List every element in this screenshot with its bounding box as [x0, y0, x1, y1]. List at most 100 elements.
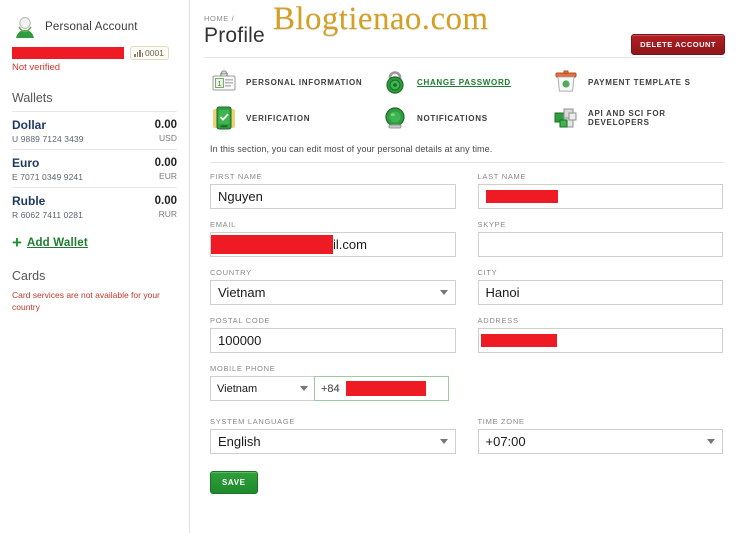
first-name-value: Nguyen: [218, 189, 263, 204]
system-language-select[interactable]: English: [210, 429, 456, 454]
wallet-name: Dollar: [12, 118, 47, 132]
svg-text:1: 1: [218, 81, 222, 88]
delete-account-button[interactable]: DELETE ACCOUNT: [631, 34, 725, 55]
user-avatar-icon: [12, 14, 38, 40]
wallet-currency: EUR: [159, 171, 177, 182]
field-last-name: LAST NAME: [477, 172, 723, 209]
menu-item-api-sci[interactable]: API AND SCI FOR DEVELOPERS: [552, 104, 723, 132]
field-label: EMAIL: [210, 220, 237, 229]
time-zone-select[interactable]: +07:00: [477, 429, 723, 454]
menu-item-personal-information[interactable]: 1 PERSONAL INFORMATION: [210, 68, 381, 96]
field-label: SKYPE: [477, 220, 507, 229]
redacted-value: [480, 334, 557, 347]
address-input[interactable]: [477, 328, 723, 353]
bell-icon: [381, 104, 409, 132]
wallet-number: E 7071 0349 9241: [12, 172, 84, 182]
api-cubes-icon: [552, 104, 580, 132]
mobile-row-spacer: [478, 364, 724, 401]
id-card-icon: 1: [210, 68, 238, 96]
wallet-row[interactable]: Ruble R 6062 7411 0281 0.00 RUR: [12, 187, 177, 225]
wallet-row[interactable]: Dollar U 9889 7124 3439 0.00 USD: [12, 111, 177, 149]
redacted-value: [211, 235, 333, 254]
menu-item-label: CHANGE PASSWORD: [417, 77, 511, 87]
field-email: EMAIL il.com: [210, 220, 456, 257]
field-label: SYSTEM LANGUAGE: [210, 417, 296, 426]
cards-title: Cards: [12, 269, 46, 283]
wallet-name: Ruble: [12, 194, 46, 208]
field-skype: SKYPE: [477, 220, 723, 257]
payment-template-icon: [552, 68, 580, 96]
email-input[interactable]: il.com: [210, 232, 456, 257]
field-system-language: SYSTEM LANGUAGE English: [210, 417, 456, 454]
sidebar: Personal Account 0001 Not verified Walle…: [0, 0, 190, 533]
field-country: COUNTRY Vietnam: [210, 268, 456, 305]
last-name-input[interactable]: [477, 184, 723, 209]
field-first-name: FIRST NAME Nguyen: [210, 172, 456, 209]
city-input[interactable]: Hanoi: [477, 280, 723, 305]
system-language-value: English: [218, 434, 261, 449]
country-select[interactable]: Vietnam: [210, 280, 456, 305]
chevron-down-icon: [439, 439, 448, 444]
menu-item-label: NOTIFICATIONS: [417, 113, 488, 123]
country-value: Vietnam: [218, 285, 266, 300]
menu-item-notifications[interactable]: NOTIFICATIONS: [381, 104, 552, 132]
menu-item-payment-templates[interactable]: PAYMENT TEMPLATE S: [552, 68, 723, 96]
field-time-zone: TIME ZONE +07:00: [477, 417, 723, 454]
plus-icon: +: [12, 233, 22, 252]
form-row: EMAIL il.com SKYPE: [210, 220, 723, 257]
form-row: SYSTEM LANGUAGE English TIME ZONE +07:00: [210, 417, 723, 454]
field-label: POSTAL CODE: [210, 316, 271, 325]
field-label: CITY: [477, 268, 498, 277]
wallet-amount: 0.00: [154, 195, 177, 207]
mobile-phone-group: Vietnam +84: [210, 376, 456, 401]
form-row: POSTAL CODE 100000 ADDRESS: [210, 316, 723, 353]
wallet-currency: USD: [159, 133, 177, 144]
chevron-down-icon: [439, 290, 448, 295]
save-button[interactable]: SAVE: [210, 471, 258, 494]
profile-page: Personal Account 0001 Not verified Walle…: [0, 0, 741, 533]
field-label: COUNTRY: [210, 268, 252, 277]
wallet-amount: 0.00: [154, 157, 177, 169]
verification-status[interactable]: Not verified: [12, 62, 177, 73]
postal-code-value: 100000: [218, 333, 262, 348]
chevron-down-icon: [707, 439, 715, 444]
add-wallet-label: Add Wallet: [26, 236, 88, 249]
add-wallet-button[interactable]: + Add Wallet: [12, 234, 177, 251]
section-note: In this section, you can edit most of yo…: [210, 144, 493, 154]
skype-input[interactable]: [477, 232, 723, 257]
profile-menu: 1 PERSONAL INFORMATION CHANGE PASSWORD P…: [204, 58, 725, 138]
first-name-input[interactable]: Nguyen: [210, 184, 456, 209]
field-label: TIME ZONE: [477, 417, 525, 426]
redacted-value: [485, 190, 558, 203]
phone-country-select[interactable]: Vietnam: [210, 376, 314, 401]
menu-item-label: PERSONAL INFORMATION: [246, 77, 363, 87]
menu-item-label: VERIFICATION: [246, 113, 311, 123]
email-visible-value: il.com: [333, 237, 367, 252]
account-id-value: 0001: [145, 48, 164, 58]
field-city: CITY Hanoi: [477, 268, 723, 305]
breadcrumb[interactable]: HOME /: [204, 14, 725, 23]
field-postal-code: POSTAL CODE 100000: [210, 316, 456, 353]
cards-unavailable-note: Card services are not available for your…: [12, 290, 160, 313]
postal-code-input[interactable]: 100000: [210, 328, 456, 353]
menu-item-label: API AND SCI FOR DEVELOPERS: [588, 109, 666, 127]
wallet-amount: 0.00: [154, 119, 177, 131]
menu-item-verification[interactable]: VERIFICATION: [210, 104, 381, 132]
phone-dial-code: +84: [321, 382, 340, 395]
chevron-down-icon: [300, 386, 308, 391]
menu-item-change-password[interactable]: CHANGE PASSWORD: [381, 68, 552, 96]
field-label: ADDRESS: [477, 316, 519, 325]
account-type-label: Personal Account: [45, 21, 138, 33]
wallet-row[interactable]: Euro E 7071 0349 9241 0.00 EUR: [12, 149, 177, 187]
wallet-name: Euro: [12, 156, 40, 170]
field-label: MOBILE PHONE: [210, 364, 276, 373]
wallet-currency: RUR: [158, 209, 177, 220]
profile-form: FIRST NAME Nguyen LAST NAME EMAIL il.com…: [204, 163, 725, 454]
phone-number-input[interactable]: +84: [314, 376, 449, 401]
redacted-value: [345, 381, 426, 396]
field-address: ADDRESS: [477, 316, 723, 353]
menu-item-label: PAYMENT TEMPLATE S: [588, 77, 691, 87]
account-identity-row: 0001: [12, 46, 177, 60]
phone-country-value: Vietnam: [217, 382, 258, 395]
city-value: Hanoi: [485, 285, 520, 300]
